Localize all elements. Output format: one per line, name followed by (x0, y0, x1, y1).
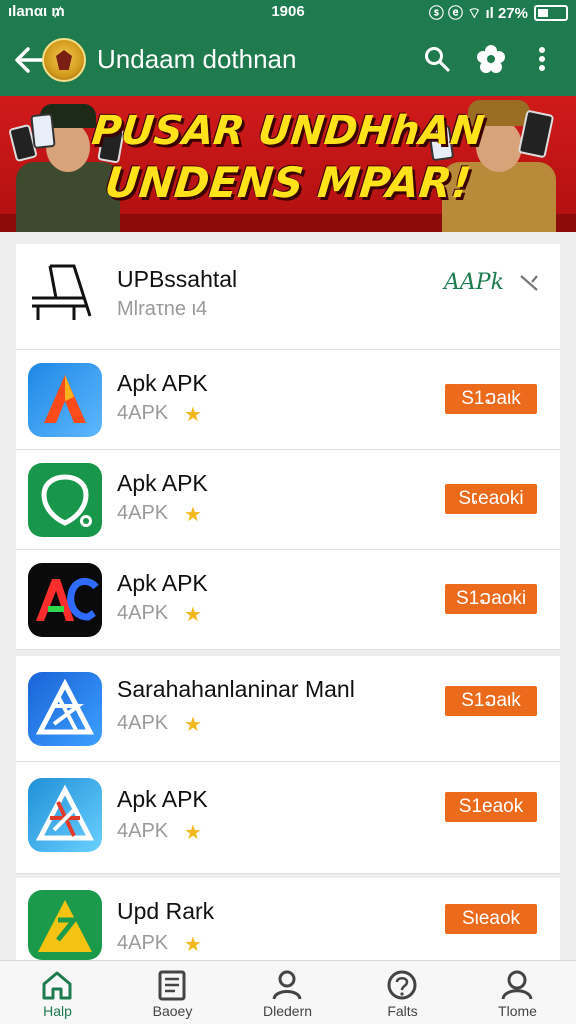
app-title: Sarahahanlaninar Manl (117, 676, 355, 702)
app-subtitle: 4APK (117, 402, 169, 424)
teal-triangle-icon (28, 778, 102, 852)
app-list-row[interactable]: Apk APK 4APK ★ S1ວaιk (16, 350, 560, 450)
banner-headline-line2: UNDENS MPAR! (102, 158, 474, 207)
ac-logo-icon (28, 563, 102, 637)
featured-subtitle: Mlraτne ι4 (117, 298, 208, 320)
star-icon: ★ (184, 934, 202, 956)
featured-badge: AAPk (444, 270, 504, 295)
status-icons-text: ⓢ ⓔ ⌔ ıl 27% (428, 5, 528, 22)
nav-item-falts[interactable]: Falts (345, 961, 460, 1024)
app-subtitle: 4APK (117, 602, 169, 624)
download-button[interactable]: S1ວaιk (445, 686, 537, 716)
bottom-nav: Halp Baoey Dledern Falts Tlome (0, 960, 576, 1024)
app-list-row[interactable]: Apk APK 4APK ★ Sເeaoki (16, 450, 560, 550)
nav-item-dledern[interactable]: Dledern (230, 961, 345, 1024)
download-button[interactable]: S1ວaιk (445, 384, 537, 414)
featured-title: UPBssahtal (117, 266, 238, 292)
help-circle-icon (387, 970, 417, 1000)
download-button[interactable]: S1eaok (445, 792, 537, 822)
app-list-row[interactable]: Upd Rark 4APK ★ Sιeaok (16, 878, 560, 960)
app-subtitle: 4APK (117, 712, 169, 734)
profile-icon (501, 970, 533, 1000)
download-button[interactable]: Sເeaoki (445, 484, 537, 514)
close-icon[interactable] (518, 272, 540, 294)
app-title: Upd Rark (117, 898, 215, 924)
star-icon: ★ (184, 404, 202, 426)
app-list-row[interactable]: Apk APK 4APK ★ S1eaok (16, 762, 560, 874)
nav-label: Tlome (498, 1003, 537, 1019)
promo-banner[interactable]: PUSAR UNDHhAN UNDENS MPAR! (0, 96, 576, 232)
nav-item-tlome[interactable]: Tlome (460, 961, 575, 1024)
banner-headline-line1: PUSAR UNDHhAN (89, 108, 487, 154)
bench-press-icon (32, 264, 92, 320)
app-subtitle: 4APK (117, 820, 169, 842)
nav-label: Dledern (262, 1003, 313, 1019)
nav-label: Baoey (152, 1003, 193, 1019)
status-bar: ılanαι ₥ 1906 ⓢ ⓔ ⌔ ıl 27% (0, 0, 576, 24)
settings-flower-icon[interactable] (476, 44, 506, 74)
star-icon: ★ (184, 822, 202, 844)
back-arrow-icon[interactable] (14, 46, 44, 74)
app-list-row[interactable]: Sarahahanlaninar Manl 4APK ★ S1ວaιk (16, 656, 560, 762)
app-title: Undaam dothnan (97, 44, 297, 74)
star-icon: ★ (184, 604, 202, 626)
green-shield-icon (28, 463, 102, 537)
nav-label: Halp (43, 1003, 72, 1019)
nav-item-halp[interactable]: Halp (0, 961, 115, 1024)
app-title: Apk APK (117, 470, 208, 496)
app-bar: Undaam dothnan (0, 24, 576, 96)
app-title: Apk APK (117, 786, 208, 812)
star-icon: ★ (184, 714, 202, 736)
search-icon[interactable] (424, 46, 450, 72)
person-icon (272, 970, 302, 1000)
status-right-group: ⓢ ⓔ ⌔ ıl 27% (429, 2, 568, 23)
more-vert-icon[interactable] (532, 44, 552, 74)
download-button[interactable]: Sιeaok (445, 904, 537, 934)
download-button[interactable]: S1ວaοki (445, 584, 537, 614)
app-subtitle: 4APK (117, 502, 169, 524)
star-icon: ★ (184, 504, 202, 526)
blue-triangle-icon (28, 672, 102, 746)
home-icon (42, 971, 72, 1000)
red-a-icon (28, 363, 102, 437)
nav-item-baoey[interactable]: Baoey (115, 961, 230, 1024)
app-title: Apk APK (117, 370, 208, 396)
emblem-logo (42, 38, 86, 82)
app-list-row[interactable]: Apk APK 4APK ★ S1ວaοki (16, 550, 560, 650)
nav-label: Falts (387, 1003, 418, 1019)
yellow-triangle-icon (28, 890, 102, 960)
app-title: Apk APK (117, 570, 208, 596)
battery-icon (534, 4, 568, 21)
book-icon (158, 970, 186, 1001)
app-subtitle: 4APK (117, 932, 169, 954)
featured-app-card[interactable]: UPBssahtal Mlraτne ι4 AAPk (16, 244, 560, 350)
